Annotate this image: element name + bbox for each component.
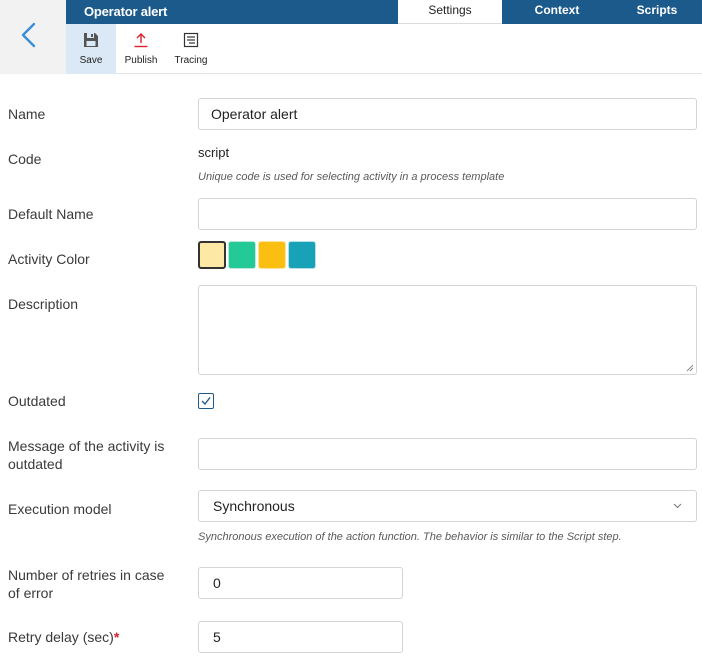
outdated-label: Outdated [8,393,66,409]
publish-label: Publish [124,55,158,66]
default-name-input[interactable] [198,198,697,230]
name-input[interactable]: Operator alert [198,98,697,130]
tracing-button[interactable]: Tracing [166,24,216,74]
chevron-left-icon [21,22,36,48]
page-title: Operator alert [84,4,168,19]
upload-arrow-icon [134,33,148,48]
color-swatch-teal[interactable] [288,241,316,269]
code-value: script [198,145,230,160]
outdated-message-label-line1: Message of the activity is [8,438,165,454]
outdated-message-label-line2: outdated [8,456,63,472]
retry-delay-label: Retry delay (sec)* [8,628,119,646]
code-hint: Unique code is used for selecting activi… [198,171,505,183]
publish-button[interactable]: Publish [118,24,164,74]
checkmark-icon [201,397,211,406]
tab-scripts[interactable]: Scripts [612,0,702,24]
color-swatch-light-yellow[interactable] [198,241,226,269]
code-label: Code [8,151,42,167]
execution-model-hint: Synchronous execution of the action func… [198,531,622,543]
floppy-disk-icon [84,33,98,47]
color-swatch-green[interactable] [228,241,256,269]
activity-color-label: Activity Color [8,251,90,267]
execution-model-select[interactable]: Synchronous [198,490,697,522]
tab-context[interactable]: Context [502,0,612,24]
color-swatch-yellow[interactable] [258,241,286,269]
resize-grip-icon[interactable] [686,364,694,372]
save-label: Save [79,55,103,66]
name-label: Name [8,106,46,122]
save-button[interactable]: Save [66,24,116,74]
execution-model-value: Synchronous [213,498,295,514]
retries-label-line2: of error [8,585,54,601]
chevron-down-icon [673,503,682,509]
retries-input[interactable]: 0 [198,567,403,599]
description-label: Description [8,296,79,312]
activity-settings-page: Operator alert Settings Context Scripts … [0,0,702,658]
default-name-label: Default Name [8,206,94,222]
retry-delay-label-text: Retry delay (sec) [8,629,114,645]
back-button[interactable] [0,0,66,74]
header-bar: Operator alert Settings Context Scripts [66,0,702,24]
required-mark: * [113,629,120,645]
retries-label-line1: Number of retries in case [8,567,165,583]
execution-model-label: Execution model [8,501,112,517]
outdated-checkbox[interactable] [198,393,214,409]
tab-settings[interactable]: Settings [398,0,502,24]
document-lines-icon [183,32,199,48]
description-textarea[interactable] [198,285,697,375]
tracing-label: Tracing [174,55,208,66]
retry-delay-input[interactable]: 5 [198,621,403,653]
toolbar: Save Publish Tracing [66,24,702,74]
outdated-message-input[interactable] [198,438,697,470]
